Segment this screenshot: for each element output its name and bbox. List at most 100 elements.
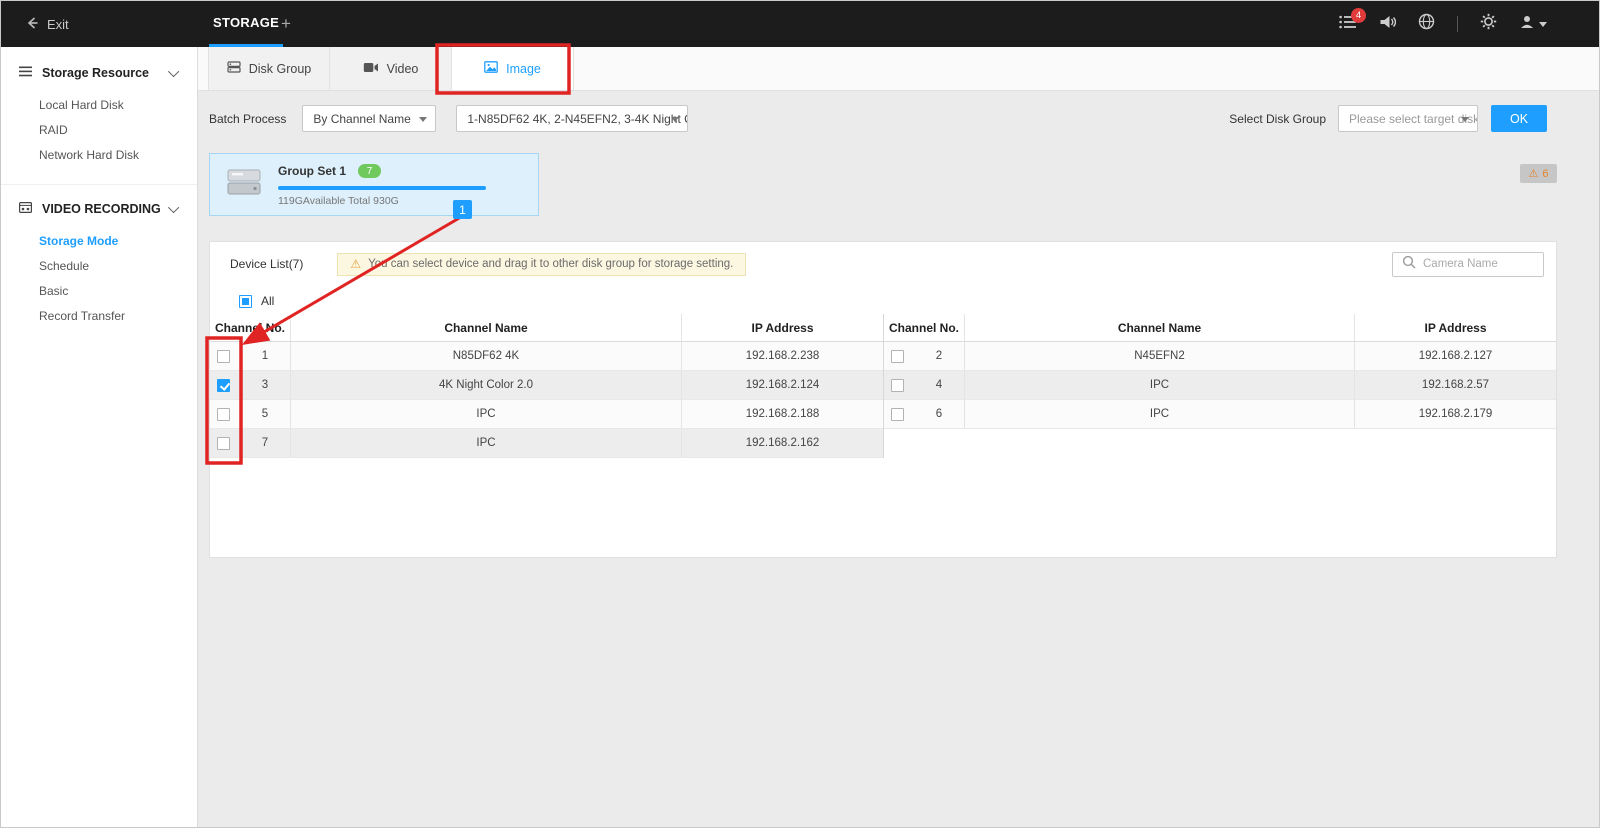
col-ip-address: IP Address — [681, 314, 883, 341]
note-text: You can select device and drag it to oth… — [368, 258, 733, 270]
tab-disk-group[interactable]: Disk Group — [208, 47, 330, 90]
row-checkbox[interactable] — [891, 379, 904, 392]
tab-image[interactable]: Image — [452, 47, 574, 90]
chevron-down-icon — [168, 202, 179, 213]
channel-no-cell: 3 — [240, 371, 290, 399]
channel-no-cell: 1 — [240, 342, 290, 370]
sidebar-item-schedule[interactable]: Schedule — [1, 254, 197, 279]
ok-button[interactable]: OK — [1491, 105, 1547, 132]
megaphone-icon — [1379, 15, 1396, 34]
channel-name-cell: IPC — [290, 400, 681, 428]
select-disk-group-label: Select Disk Group — [1229, 112, 1326, 126]
device-list-header: Device List(7) ⚠ You can select device a… — [210, 242, 1556, 286]
channel-name-cell: 4K Night Color 2.0 — [290, 371, 681, 399]
add-tab-button[interactable]: + — [281, 1, 291, 47]
select-all-label: All — [261, 294, 274, 308]
target-disk-group-select[interactable]: Please select target disk ... — [1338, 105, 1478, 132]
task-queue-button[interactable]: 4 — [1339, 15, 1357, 34]
user-icon — [1519, 14, 1535, 35]
select-all-checkbox[interactable] — [239, 295, 252, 308]
channel-name-cell: N45EFN2 — [964, 342, 1354, 370]
chevron-down-icon — [1461, 117, 1469, 122]
row-checkbox[interactable] — [217, 408, 230, 421]
table-row[interactable]: 5 IPC 192.168.2.188 — [210, 400, 883, 429]
hard-drive-icon — [224, 165, 264, 204]
drag-hint-note: ⚠ You can select device and drag it to o… — [337, 253, 746, 276]
batch-toolbar: Batch Process By Channel Name 1-N85DF62 … — [209, 105, 1547, 132]
row-checkbox[interactable] — [891, 350, 904, 363]
user-menu-button[interactable] — [1519, 14, 1547, 35]
exit-label: Exit — [47, 17, 69, 32]
col-channel-name: Channel Name — [964, 314, 1354, 341]
col-channel-name: Channel Name — [290, 314, 681, 341]
globe-icon — [1418, 13, 1435, 35]
sidebar-item-storage-mode[interactable]: Storage Mode — [1, 229, 197, 254]
camera-search-input[interactable] — [1423, 258, 1534, 270]
tab-storage[interactable]: STORAGE — [209, 1, 283, 47]
video-recording-header[interactable]: VIDEO RECORDING — [1, 189, 197, 229]
film-icon — [19, 202, 32, 216]
tab-video[interactable]: Video — [330, 47, 452, 90]
capacity-progress-fill — [278, 186, 486, 190]
sidebar-item-raid[interactable]: RAID — [1, 118, 197, 143]
table-row[interactable]: 2 N45EFN2 192.168.2.127 — [884, 342, 1556, 371]
chevron-down-icon — [419, 117, 427, 122]
row-checkbox[interactable] — [217, 350, 230, 363]
table-row[interactable]: 3 4K Night Color 2.0 192.168.2.124 — [210, 371, 883, 400]
channel-no-cell: 7 — [240, 429, 290, 457]
topbar: Exit STORAGE + 4 — [1, 1, 1599, 47]
channel-no-cell: 5 — [240, 400, 290, 428]
table-row[interactable]: 7 IPC 192.168.2.162 — [210, 429, 883, 458]
warning-icon: ⚠ — [1529, 167, 1539, 180]
warning-count-chip[interactable]: ⚠ 6 — [1520, 164, 1557, 183]
list-icon — [19, 66, 32, 80]
sidebar: Storage Resource Local Hard Disk RAID Ne… — [1, 47, 198, 827]
camera-search-box — [1392, 252, 1544, 277]
table-header: Channel No. Channel Name IP Address — [210, 314, 883, 342]
channel-name-cell: IPC — [964, 371, 1354, 399]
row-checkbox[interactable] — [891, 408, 904, 421]
table-header: Channel No. Channel Name IP Address — [884, 314, 1556, 342]
batch-process-label: Batch Process — [209, 112, 286, 126]
storage-resource-header[interactable]: Storage Resource — [1, 53, 197, 93]
tab-label: Disk Group — [249, 62, 312, 76]
topbar-icons: 4 — [1339, 1, 1547, 47]
section-title: Storage Resource — [42, 66, 149, 80]
ip-address-cell: 192.168.2.124 — [681, 371, 883, 399]
alarm-broadcast-button[interactable] — [1379, 15, 1396, 34]
section-title: VIDEO RECORDING — [42, 202, 161, 216]
row-checkbox[interactable] — [217, 437, 230, 450]
sidebar-item-network-hard-disk[interactable]: Network Hard Disk — [1, 143, 197, 168]
table-row[interactable]: 4 IPC 192.168.2.57 — [884, 371, 1556, 400]
selected-value: 1-N85DF62 4K, 2-N45EFN2, 3-4K Night Co..… — [467, 112, 688, 126]
settings-button[interactable] — [1480, 13, 1497, 35]
group-title: Group Set 1 — [278, 164, 346, 178]
ip-address-cell: 192.168.2.179 — [1354, 400, 1556, 428]
ip-address-cell: 192.168.2.127 — [1354, 342, 1556, 370]
channel-no-cell: 4 — [914, 371, 964, 399]
gear-icon — [1480, 13, 1497, 35]
channels-select[interactable]: 1-N85DF62 4K, 2-N45EFN2, 3-4K Night Co..… — [456, 105, 688, 132]
chevron-down-icon — [168, 66, 179, 77]
exit-button[interactable]: Exit — [25, 1, 69, 47]
sidebar-item-basic[interactable]: Basic — [1, 279, 197, 304]
topbar-divider — [1457, 16, 1458, 32]
channel-no-cell: 2 — [914, 342, 964, 370]
selected-value: Please select target disk ... — [1349, 112, 1478, 126]
disk-group-card[interactable]: Group Set 1 7 119GAvailable Total 930G — [209, 153, 539, 216]
row-checkbox[interactable] — [217, 379, 230, 392]
sidebar-item-local-hard-disk[interactable]: Local Hard Disk — [1, 93, 197, 118]
sidebar-item-record-transfer[interactable]: Record Transfer — [1, 304, 197, 329]
notification-badge: 4 — [1351, 8, 1366, 23]
tab-label: Image — [506, 62, 541, 76]
table-row[interactable]: 6 IPC 192.168.2.179 — [884, 400, 1556, 429]
device-list-title: Device List(7) — [230, 257, 303, 271]
select-all-row: All — [210, 288, 1556, 314]
warning-icon: ⚠ — [350, 257, 361, 271]
group-card-body: Group Set 1 7 119GAvailable Total 930G — [278, 162, 524, 207]
network-status-button[interactable] — [1418, 13, 1435, 35]
batch-mode-select[interactable]: By Channel Name — [302, 105, 436, 132]
ip-address-cell: 192.168.2.162 — [681, 429, 883, 457]
device-list-panel: Device List(7) ⚠ You can select device a… — [209, 241, 1557, 558]
table-row[interactable]: 1 N85DF62 4K 192.168.2.238 — [210, 342, 883, 371]
